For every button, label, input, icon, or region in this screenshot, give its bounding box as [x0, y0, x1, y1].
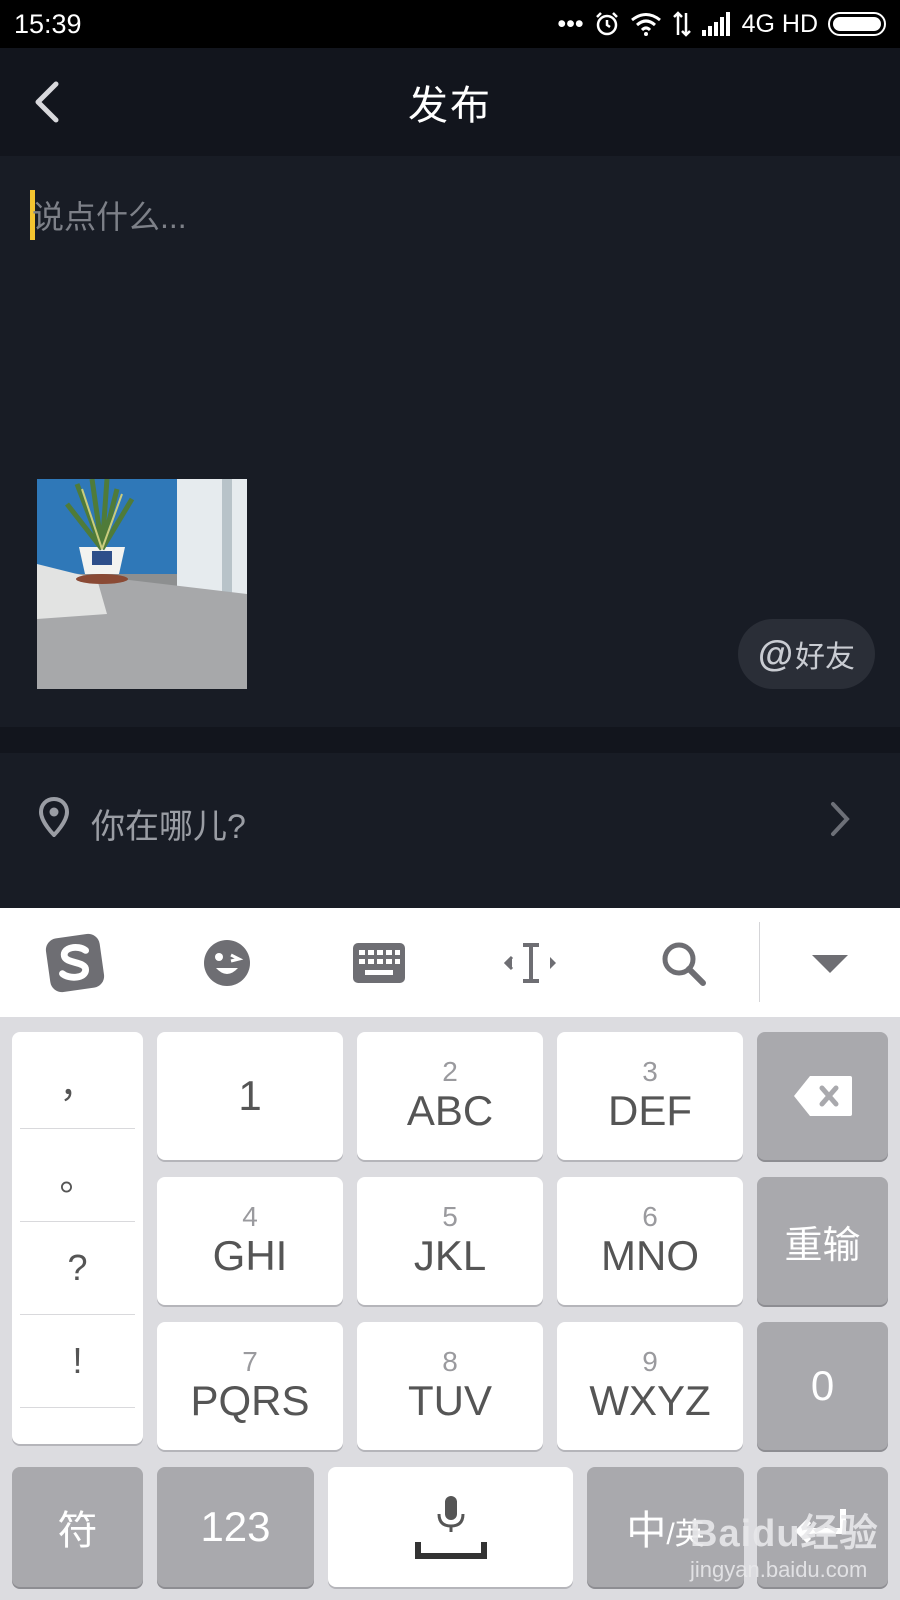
location-row[interactable]: 你在哪儿? [0, 753, 900, 908]
more-dots-icon: ••• [557, 9, 584, 38]
key-5-jkl[interactable]: 5 JKL [357, 1177, 543, 1305]
key-6-mno[interactable]: 6 MNO [557, 1177, 743, 1305]
alarm-icon [595, 12, 618, 36]
location-label: 你在哪儿? [91, 808, 246, 846]
keyboard-toolbar [0, 908, 900, 1017]
reinput-button[interactable]: 重输 [757, 1177, 888, 1305]
key-1[interactable]: 1 [157, 1032, 343, 1160]
status-bar: 15:39 ••• 4G HD [0, 0, 900, 48]
key-9-wxyz[interactable]: 9 WXYZ [557, 1322, 743, 1450]
status-icons: ••• 4G HD [557, 10, 886, 39]
location-pin-icon [38, 797, 70, 837]
at-icon: @ [757, 633, 794, 674]
compose-area[interactable]: 说点什么... @ 好友 [0, 156, 900, 727]
data-transfer-icon [672, 11, 691, 37]
punct-key-comma[interactable]: ， [20, 1036, 135, 1129]
key-3-def[interactable]: 3 DEF [557, 1032, 743, 1160]
key-7-pqrs[interactable]: 7 PQRS [157, 1322, 343, 1450]
status-time: 15:39 [14, 8, 82, 39]
key-0[interactable]: 0 [757, 1322, 888, 1450]
numbers-button[interactable]: 123 [157, 1467, 314, 1587]
sogou-logo-icon[interactable] [45, 933, 105, 993]
emoji-icon[interactable] [197, 933, 257, 993]
nav-bar: 发布 [0, 48, 900, 156]
section-divider [0, 727, 900, 753]
symbols-button[interactable]: 符 [12, 1467, 143, 1587]
space-voice-button[interactable] [328, 1467, 573, 1587]
microphone-icon [414, 1496, 487, 1559]
chevron-right-icon [831, 802, 850, 836]
back-arrow-icon[interactable] [28, 78, 68, 126]
attached-photo-thumbnail[interactable] [37, 479, 247, 689]
mention-friend-button[interactable]: @ 好友 [738, 619, 875, 689]
backspace-button[interactable] [757, 1032, 888, 1160]
signal-icon [701, 12, 730, 36]
collapse-keyboard-icon[interactable] [800, 933, 860, 993]
backspace-icon [793, 1076, 852, 1116]
punct-key-period[interactable]: 。 [20, 1129, 135, 1222]
punct-key-question[interactable]: ? [20, 1222, 135, 1315]
mention-friend-label: 好友 [795, 641, 856, 674]
punct-key-exclamation[interactable]: ! [20, 1315, 135, 1408]
compose-placeholder[interactable]: 说点什么... [32, 192, 187, 238]
publish-screen: 15:39 ••• 4G HD 发布 说点什么... @ 好友 你在哪儿? ， … [0, 0, 900, 1600]
key-2-abc[interactable]: 2 ABC [357, 1032, 543, 1160]
punctuation-column: ， 。 ? ! [12, 1032, 143, 1444]
keyboard-icon[interactable] [349, 933, 409, 993]
network-type: 4G HD [741, 9, 818, 38]
key-4-ghi[interactable]: 4 GHI [157, 1177, 343, 1305]
battery-icon [828, 12, 886, 36]
search-icon[interactable] [653, 933, 713, 993]
key-8-tuv[interactable]: 8 TUV [357, 1322, 543, 1450]
baidu-jingyan-watermark: Baidu经验 jingyan.baidu.com [690, 1513, 879, 1582]
cursor-move-icon[interactable] [501, 933, 561, 993]
lang-primary: 中 [626, 1509, 667, 1553]
wifi-icon [630, 13, 661, 36]
toolbar-divider [759, 922, 760, 1002]
page-title: 发布 [408, 84, 492, 128]
